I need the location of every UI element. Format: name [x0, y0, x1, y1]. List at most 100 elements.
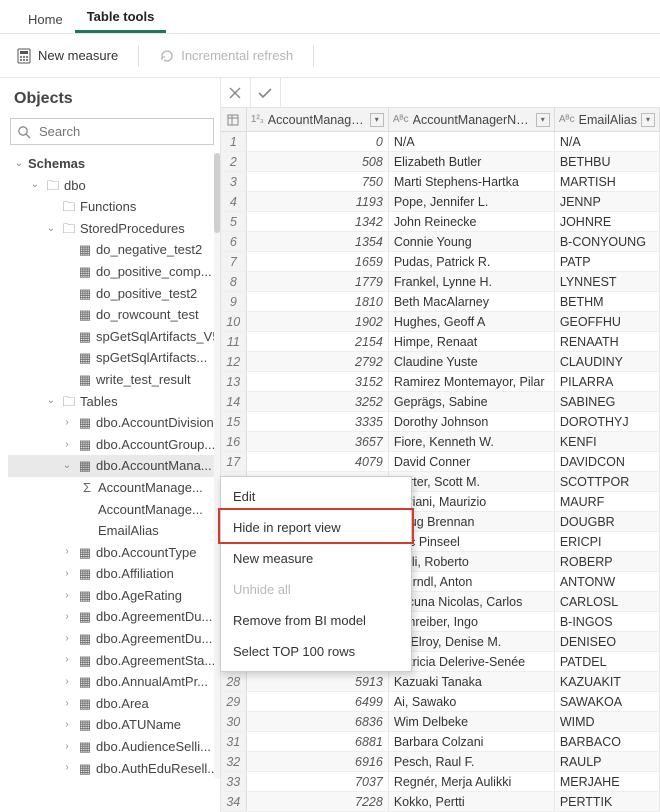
cell-email[interactable]: DAVIDCON	[555, 452, 660, 471]
table-row[interactable]: 296499Ai, SawakoSAWAKOA	[221, 692, 660, 712]
ctx-new-measure[interactable]: New measure	[221, 543, 411, 574]
cell-name[interactable]: Ramirez Montemayor, Pilar	[389, 372, 555, 391]
ctx-remove-from-bi-model[interactable]: Remove from BI model	[221, 605, 411, 636]
cell-email[interactable]: DOROTHYJ	[555, 412, 660, 431]
scrollbar-track[interactable]	[214, 153, 220, 779]
cell-email[interactable]: BETHBU	[555, 152, 660, 171]
cell-name[interactable]: Claudine Yuste	[389, 352, 555, 371]
cell-name[interactable]: Ai, Sawako	[389, 692, 555, 711]
cell-name[interactable]: Wörndl, Anton	[389, 572, 555, 591]
tree-table-item[interactable]: ›▦dbo.AudienceSelli...	[8, 736, 220, 758]
row-number[interactable]: 8	[221, 272, 247, 291]
cell-name[interactable]: David Conner	[389, 452, 555, 471]
row-number[interactable]: 10	[221, 312, 247, 331]
cell-id[interactable]: 6881	[247, 732, 389, 751]
ctx-hide-in-report-view[interactable]: Hide in report view	[221, 512, 411, 543]
row-number[interactable]: 34	[221, 792, 247, 811]
ctx-edit[interactable]: Edit	[221, 481, 411, 512]
cell-email[interactable]: PATP	[555, 252, 660, 271]
row-number[interactable]: 17	[221, 452, 247, 471]
table-row[interactable]: 10N/AN/A	[221, 132, 660, 152]
header-email-alias[interactable]: Aᴮc EmailAlias ▾	[555, 108, 660, 131]
tree-table-item[interactable]: ›▦dbo.AgreementDu...	[8, 606, 220, 628]
table-row[interactable]: 81779Frankel, Lynne H.LYNNEST	[221, 272, 660, 292]
table-row[interactable]: 71659Pudas, Patrick R.PATP	[221, 252, 660, 272]
table-row[interactable]: 51342John ReineckeJOHNRE	[221, 212, 660, 232]
table-row[interactable]: 2508Elizabeth ButlerBETHBU	[221, 152, 660, 172]
cell-name[interactable]: Regnér, Merja Aulikki	[389, 772, 555, 791]
tree-sp-item[interactable]: ▦spGetSqlArtifacts...	[8, 347, 220, 369]
cell-name[interactable]: Hughes, Geoff A	[389, 312, 555, 331]
cell-name[interactable]: Dorothy Johnson	[389, 412, 555, 431]
cell-email[interactable]: MARTISH	[555, 172, 660, 191]
formula-accept-button[interactable]	[251, 78, 281, 107]
cell-name[interactable]: Elizabeth Butler	[389, 152, 555, 171]
row-number[interactable]: 14	[221, 392, 247, 411]
table-row[interactable]: 153335Dorothy JohnsonDOROTHYJ	[221, 412, 660, 432]
cell-email[interactable]: KENFI	[555, 432, 660, 451]
cell-name[interactable]: Pesch, Raul F.	[389, 752, 555, 771]
cell-name[interactable]: Foriani, Maurizio	[389, 492, 555, 511]
cell-id[interactable]: 2154	[247, 332, 389, 351]
row-number[interactable]: 6	[221, 232, 247, 251]
cell-email[interactable]: N/A	[555, 132, 660, 151]
filter-dropdown-button[interactable]: ▾	[536, 113, 550, 127]
cell-name[interactable]: Wim Delbeke	[389, 712, 555, 731]
cell-id[interactable]: 7228	[247, 792, 389, 811]
table-row[interactable]: 91810Beth MacAlarneyBETHM	[221, 292, 660, 312]
cell-id[interactable]: 6836	[247, 712, 389, 731]
cell-email[interactable]: CARLOSL	[555, 592, 660, 611]
cell-id[interactable]: 1342	[247, 212, 389, 231]
row-number[interactable]: 13	[221, 372, 247, 391]
cell-email[interactable]: DOUGBR	[555, 512, 660, 531]
table-row[interactable]: 174079David ConnerDAVIDCON	[221, 452, 660, 472]
table-row[interactable]: 316881Barbara ColzaniBARBACO	[221, 732, 660, 752]
row-number[interactable]: 12	[221, 352, 247, 371]
tree-table-item[interactable]: ›▦dbo.AgreementSta...	[8, 650, 220, 672]
table-row[interactable]: 143252Geprägs, SabineSABINEG	[221, 392, 660, 412]
cell-name[interactable]: Barbara Colzani	[389, 732, 555, 751]
cell-name[interactable]: Lacuna Nicolas, Carlos	[389, 592, 555, 611]
row-number[interactable]: 32	[221, 752, 247, 771]
tree-table-item[interactable]: ›▦dbo.AccountDivision	[8, 412, 220, 434]
cell-email[interactable]: PERTTIK	[555, 792, 660, 811]
row-number[interactable]: 33	[221, 772, 247, 791]
tree-column-item[interactable]: EmailAlias	[8, 520, 220, 542]
tree-sp-item[interactable]: ▦do_positive_test2	[8, 283, 220, 305]
cell-name[interactable]: Doug Brennan	[389, 512, 555, 531]
cell-email[interactable]: JENNP	[555, 192, 660, 211]
tree-schemas[interactable]: ⌄ Schemas	[8, 153, 220, 175]
cell-name[interactable]: Polli, Roberto	[389, 552, 555, 571]
cell-email[interactable]: SCOTTPOR	[555, 472, 660, 491]
tree-sp-item[interactable]: ▦do_positive_comp...	[8, 261, 220, 283]
row-number[interactable]: 29	[221, 692, 247, 711]
cell-name[interactable]: Porter, Scott M.	[389, 472, 555, 491]
tree-table-item[interactable]: ›▦dbo.Affiliation	[8, 563, 220, 585]
cell-email[interactable]: RAULP	[555, 752, 660, 771]
tree-table-item[interactable]: ›▦dbo.AccountGroup...	[8, 434, 220, 456]
tab-table-tools[interactable]: Table tools	[75, 1, 167, 33]
tree-table-item[interactable]: ›▦dbo.AnnualAmtPr...	[8, 671, 220, 693]
cell-id[interactable]: 750	[247, 172, 389, 191]
tree-tables[interactable]: ⌄ 🗀 Tables	[8, 391, 220, 413]
table-row[interactable]: 306836Wim DelbekeWIMD	[221, 712, 660, 732]
tree-dbo[interactable]: ⌄ 🗀 dbo	[8, 175, 220, 197]
table-row[interactable]: 112154Himpe, RenaatRENAATH	[221, 332, 660, 352]
cell-name[interactable]: Kokko, Pertti	[389, 792, 555, 811]
row-number[interactable]: 15	[221, 412, 247, 431]
tree-column-item[interactable]: AccountManage...	[8, 499, 220, 521]
cell-email[interactable]: B-CONYOUNG	[555, 232, 660, 251]
cell-email[interactable]: MERJAHE	[555, 772, 660, 791]
cell-name[interactable]: Frankel, Lynne H.	[389, 272, 555, 291]
cell-id[interactable]: 3252	[247, 392, 389, 411]
search-box[interactable]	[10, 118, 214, 145]
cell-id[interactable]: 1659	[247, 252, 389, 271]
tree-sp-item[interactable]: ▦write_test_result	[8, 369, 220, 391]
row-number[interactable]: 5	[221, 212, 247, 231]
table-row[interactable]: 285913Kazuaki TanakaKAZUAKIT	[221, 672, 660, 692]
cell-email[interactable]: BETHM	[555, 292, 660, 311]
cell-id[interactable]: 0	[247, 132, 389, 151]
tree-table-accountmanager[interactable]: ⌄▦dbo.AccountMana...	[8, 455, 220, 477]
row-number[interactable]: 7	[221, 252, 247, 271]
tree-sp-item[interactable]: ▦do_rowcount_test	[8, 304, 220, 326]
